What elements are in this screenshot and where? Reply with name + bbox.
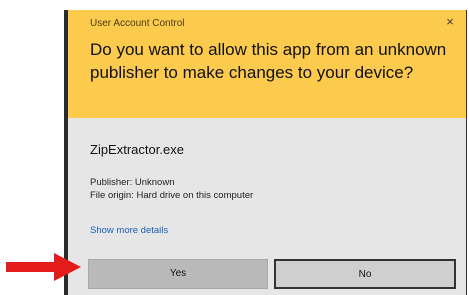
file-origin-info: File origin: Hard drive on this computer bbox=[90, 190, 254, 201]
no-button[interactable]: No bbox=[274, 259, 456, 289]
dialog-question: Do you want to allow this app from an un… bbox=[90, 40, 447, 82]
yes-button[interactable]: Yes bbox=[88, 259, 268, 289]
uac-dialog: User Account Control × Do you want to al… bbox=[64, 10, 467, 295]
arrow-shape bbox=[6, 253, 81, 281]
dialog-title: User Account Control bbox=[90, 18, 185, 29]
dialog-header: User Account Control × Do you want to al… bbox=[68, 10, 466, 118]
close-button[interactable]: × bbox=[442, 14, 458, 30]
red-arrow-icon bbox=[6, 253, 81, 281]
publisher-info: Publisher: Unknown bbox=[90, 177, 175, 188]
screenshot-stage: User Account Control × Do you want to al… bbox=[0, 0, 469, 295]
dialog-body: ZipExtractor.exe Publisher: Unknown File… bbox=[68, 118, 466, 295]
app-name: ZipExtractor.exe bbox=[90, 142, 184, 157]
show-more-details-link[interactable]: Show more details bbox=[90, 225, 168, 236]
